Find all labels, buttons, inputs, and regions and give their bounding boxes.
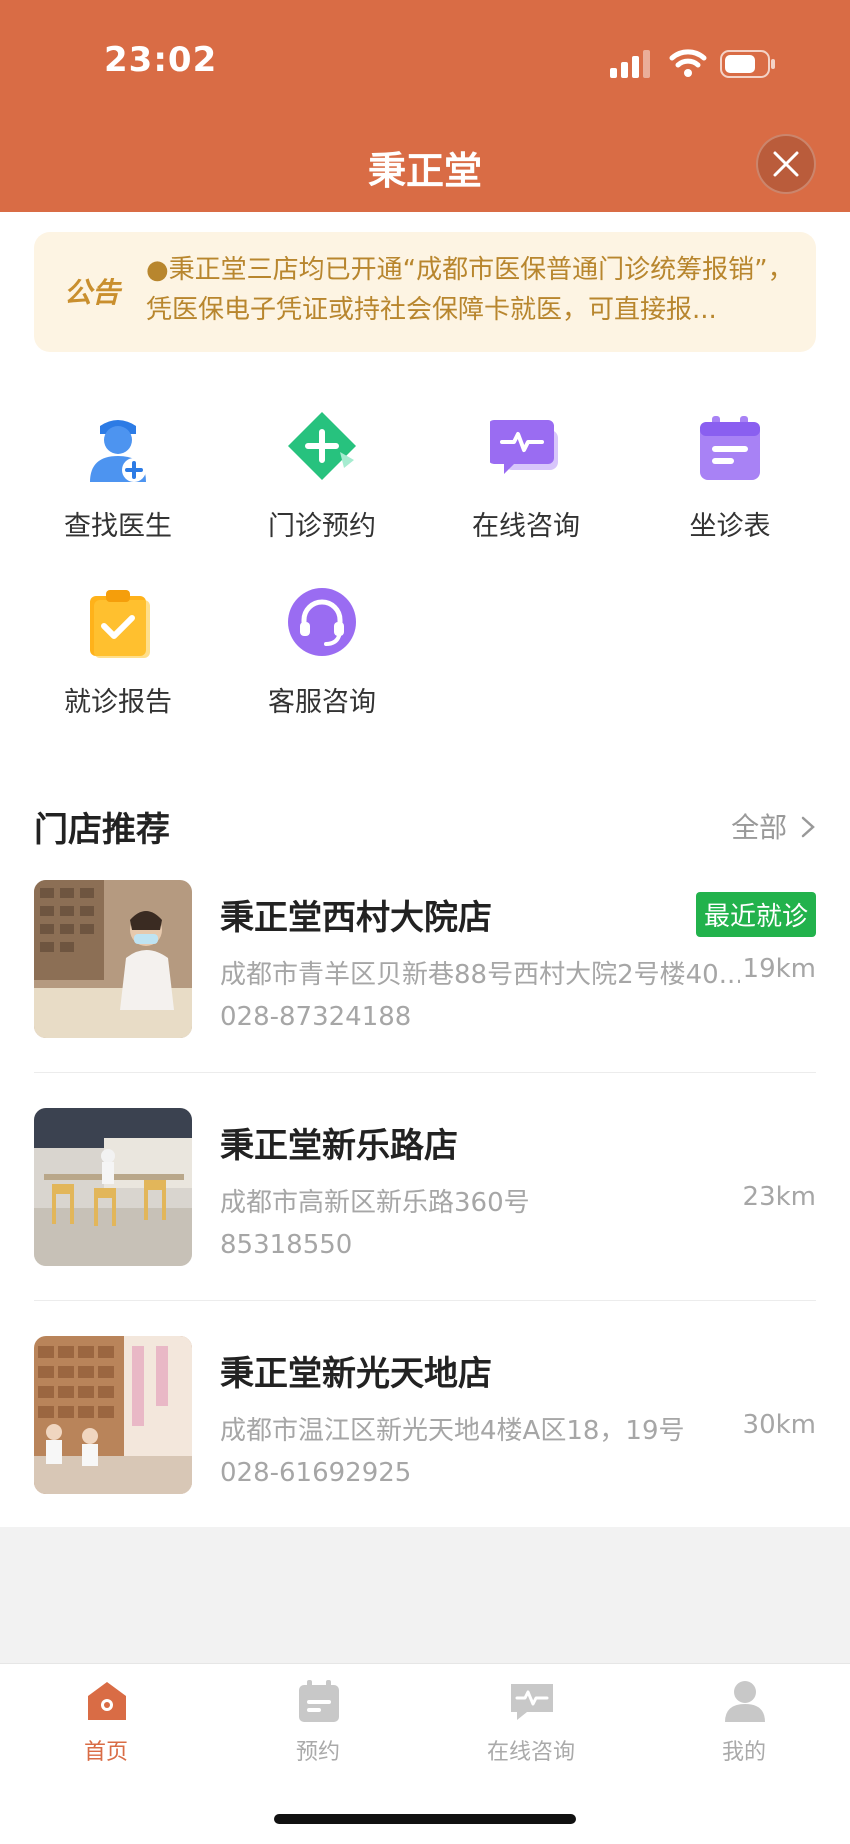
store-name: 秉正堂西村大院店	[220, 898, 492, 938]
tab-profile[interactable]: 我的	[638, 1664, 850, 1774]
battery-icon	[720, 50, 775, 78]
store-card[interactable]: 秉正堂新光天地店 成都市温江区新光天地4楼A区18，19号 30km 028-6…	[34, 1336, 816, 1496]
notice-badge: 公告	[64, 276, 123, 309]
quick-label: 在线咨询	[472, 511, 580, 542]
view-all-link[interactable]: 全部	[731, 806, 816, 846]
notice-text: ●秉正堂三店均已开通“成都市医保普通门诊统筹报销”，凭医保电子凭证或持社会保障卡…	[146, 255, 794, 325]
tab-label: 我的	[721, 1740, 766, 1765]
svg-text:公告: 公告	[64, 276, 123, 309]
quick-label: 门诊预约	[268, 511, 376, 542]
section-title: 门店推荐	[34, 810, 170, 850]
home-indicator	[274, 1814, 576, 1824]
quick-label: 坐诊表	[689, 511, 771, 542]
store-card[interactable]: 秉正堂西村大院店 最近就诊 成都市青羊区贝新巷88号西村大院2号楼40... 1…	[34, 880, 816, 1040]
divider	[34, 1072, 816, 1073]
chat-icon	[511, 1684, 553, 1720]
divider	[34, 1300, 816, 1301]
quick-report[interactable]: 就诊报告	[16, 584, 220, 734]
calendar-icon	[700, 416, 760, 480]
quick-find-doctor[interactable]: 查找医生	[16, 408, 220, 558]
store-distance: 19km	[742, 954, 816, 984]
store-phone[interactable]: 85318550	[220, 1230, 352, 1260]
home-icon	[88, 1682, 126, 1720]
doctor-icon	[90, 420, 146, 482]
tab-label: 在线咨询	[486, 1740, 575, 1765]
close-button[interactable]	[756, 134, 816, 194]
store-photo	[34, 880, 192, 1038]
main-content: 公告 ●秉正堂三店均已开通“成都市医保普通门诊统筹报销”，凭医保电子凭证或持社会…	[0, 212, 850, 1527]
store-photo	[34, 1108, 192, 1266]
tab-online-consult[interactable]: 在线咨询	[425, 1664, 637, 1774]
cellular-signal-icon	[610, 50, 650, 78]
chat-pulse-icon	[490, 420, 558, 474]
store-name: 秉正堂新光天地店	[220, 1354, 492, 1394]
quick-appointment[interactable]: 门诊预约	[220, 408, 424, 558]
store-photo	[34, 1336, 192, 1494]
headset-icon	[288, 588, 356, 656]
quick-label: 就诊报告	[64, 687, 172, 718]
top-bar: 23:02 秉正堂	[0, 0, 850, 212]
clipboard-check-icon	[90, 590, 150, 658]
store-phone[interactable]: 028-87324188	[220, 1002, 411, 1032]
store-address: 成都市青羊区贝新巷88号西村大院2号楼40...	[220, 960, 740, 990]
chevron-right-icon	[801, 816, 815, 838]
quick-schedule[interactable]: 坐诊表	[628, 408, 832, 558]
plus-diamond-icon	[288, 412, 356, 480]
store-card[interactable]: 秉正堂新乐路店 成都市高新区新乐路360号 23km 85318550	[34, 1108, 816, 1268]
wifi-icon	[669, 49, 707, 77]
status-time: 23:02	[104, 40, 218, 80]
user-icon	[725, 1681, 765, 1722]
tab-label: 预约	[295, 1740, 340, 1765]
notice-banner[interactable]: 公告 ●秉正堂三店均已开通“成都市医保普通门诊统筹报销”，凭医保电子凭证或持社会…	[34, 232, 816, 352]
store-distance: 23km	[742, 1182, 816, 1212]
quick-label: 客服咨询	[268, 687, 376, 718]
store-phone[interactable]: 028-61692925	[220, 1458, 411, 1488]
page-title: 秉正堂	[367, 149, 482, 193]
quick-online-consult[interactable]: 在线咨询	[424, 408, 628, 558]
store-address: 成都市温江区新光天地4楼A区18，19号	[220, 1416, 685, 1446]
close-icon	[773, 151, 799, 177]
store-address: 成都市高新区新乐路360号	[220, 1188, 530, 1218]
calendar-icon	[299, 1680, 339, 1722]
quick-customer-service[interactable]: 客服咨询	[220, 584, 424, 734]
view-all-label: 全部	[731, 811, 788, 844]
quick-label: 查找医生	[64, 511, 172, 542]
tab-appointment[interactable]: 预约	[212, 1664, 424, 1774]
tab-home[interactable]: 首页	[0, 1664, 212, 1774]
store-distance: 30km	[742, 1410, 816, 1440]
tab-label: 首页	[83, 1740, 128, 1765]
recent-visit-badge: 最近就诊	[695, 892, 816, 937]
store-name: 秉正堂新乐路店	[220, 1126, 458, 1166]
